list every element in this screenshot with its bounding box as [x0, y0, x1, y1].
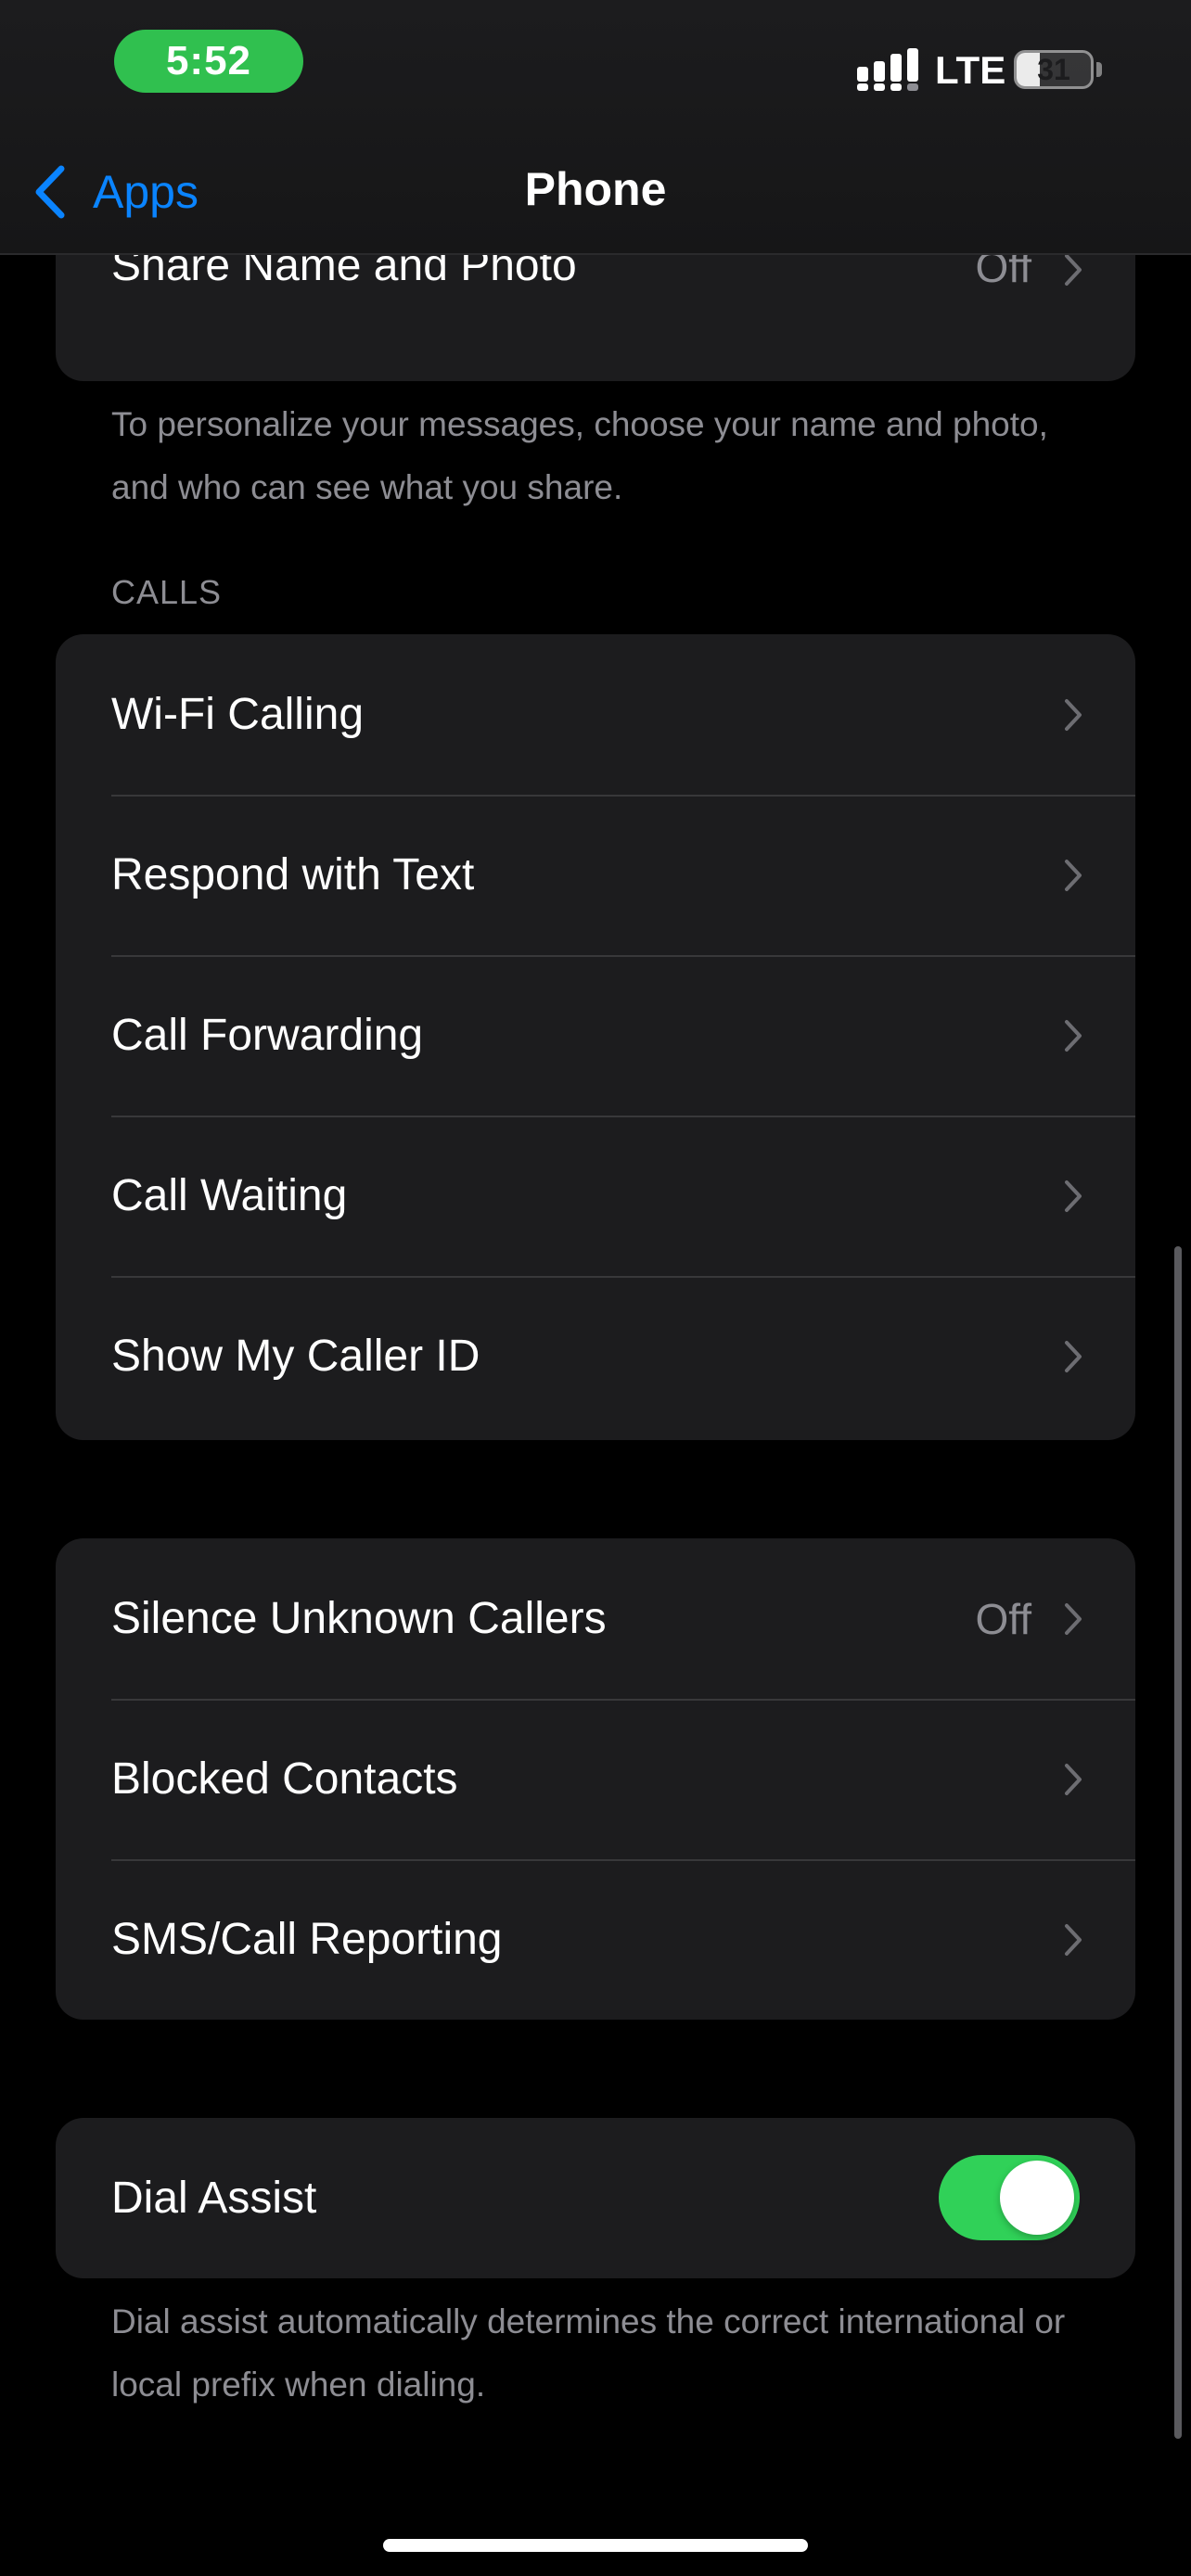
dial-assist-toggle[interactable]	[939, 2155, 1080, 2240]
battery-level: 31	[1037, 52, 1070, 86]
scrollbar[interactable]	[1174, 1246, 1182, 2439]
chevron-right-icon	[1065, 698, 1082, 731]
chevron-right-icon	[1065, 254, 1082, 286]
row-label: Dial Assist	[111, 2174, 317, 2223]
wifi-calling-row[interactable]: Wi-Fi Calling	[56, 634, 1135, 795]
calls-section-header: CALLS	[111, 573, 223, 611]
dial-assist-group: Dial Assist	[56, 2118, 1135, 2278]
home-indicator[interactable]	[383, 2539, 808, 2552]
calls-group: Wi-Fi Calling Respond with Text Call For…	[56, 634, 1135, 1440]
row-label: SMS/Call Reporting	[111, 1915, 503, 1964]
status-time: 5:52	[114, 30, 303, 93]
page-title: Phone	[524, 163, 667, 215]
share-footer: To personalize your messages, choose you…	[111, 405, 1048, 506]
chevron-right-icon	[1065, 1763, 1082, 1795]
row-label: Call Waiting	[111, 1171, 348, 1220]
chevron-right-icon	[1065, 1180, 1082, 1212]
toggle-knob	[1000, 2161, 1074, 2235]
blocked-contacts-row[interactable]: Blocked Contacts	[56, 1699, 1135, 1859]
battery-tip	[1096, 62, 1102, 77]
chevron-right-icon	[1065, 1602, 1082, 1635]
row-label: Show My Caller ID	[111, 1332, 480, 1381]
cellular-signal-icon	[857, 48, 918, 91]
call-forwarding-row[interactable]: Call Forwarding	[56, 955, 1135, 1116]
row-label: Wi-Fi Calling	[111, 690, 365, 739]
navigation-bar: 5:52 LTE 31 Apps Phone	[0, 0, 1191, 255]
chevron-right-icon	[1065, 1340, 1082, 1372]
row-label: Call Forwarding	[111, 1011, 424, 1060]
show-caller-id-row[interactable]: Show My Caller ID	[56, 1276, 1135, 1436]
call-waiting-row[interactable]: Call Waiting	[56, 1116, 1135, 1276]
chevron-right-icon	[1065, 1923, 1082, 1956]
row-value: Off	[975, 1594, 1031, 1643]
dial-assist-row: Dial Assist	[56, 2118, 1135, 2278]
respond-with-text-row[interactable]: Respond with Text	[56, 795, 1135, 955]
dial-assist-footer: Dial assist automatically determines the…	[111, 2302, 1066, 2404]
blocking-group: Silence Unknown Callers Off Blocked Cont…	[56, 1538, 1135, 2020]
silence-unknown-callers-row[interactable]: Silence Unknown Callers Off	[56, 1538, 1135, 1699]
settings-content: Share Name and Photo Off To personalize …	[0, 0, 1191, 2576]
chevron-right-icon	[1065, 1019, 1082, 1052]
row-label: Silence Unknown Callers	[111, 1594, 607, 1643]
sms-call-reporting-row[interactable]: SMS/Call Reporting	[56, 1859, 1135, 2020]
battery-icon: 31	[1014, 50, 1094, 89]
network-type: LTE	[935, 48, 1006, 92]
row-label: Blocked Contacts	[111, 1754, 458, 1804]
row-label: Respond with Text	[111, 850, 475, 899]
chevron-right-icon	[1065, 859, 1082, 891]
